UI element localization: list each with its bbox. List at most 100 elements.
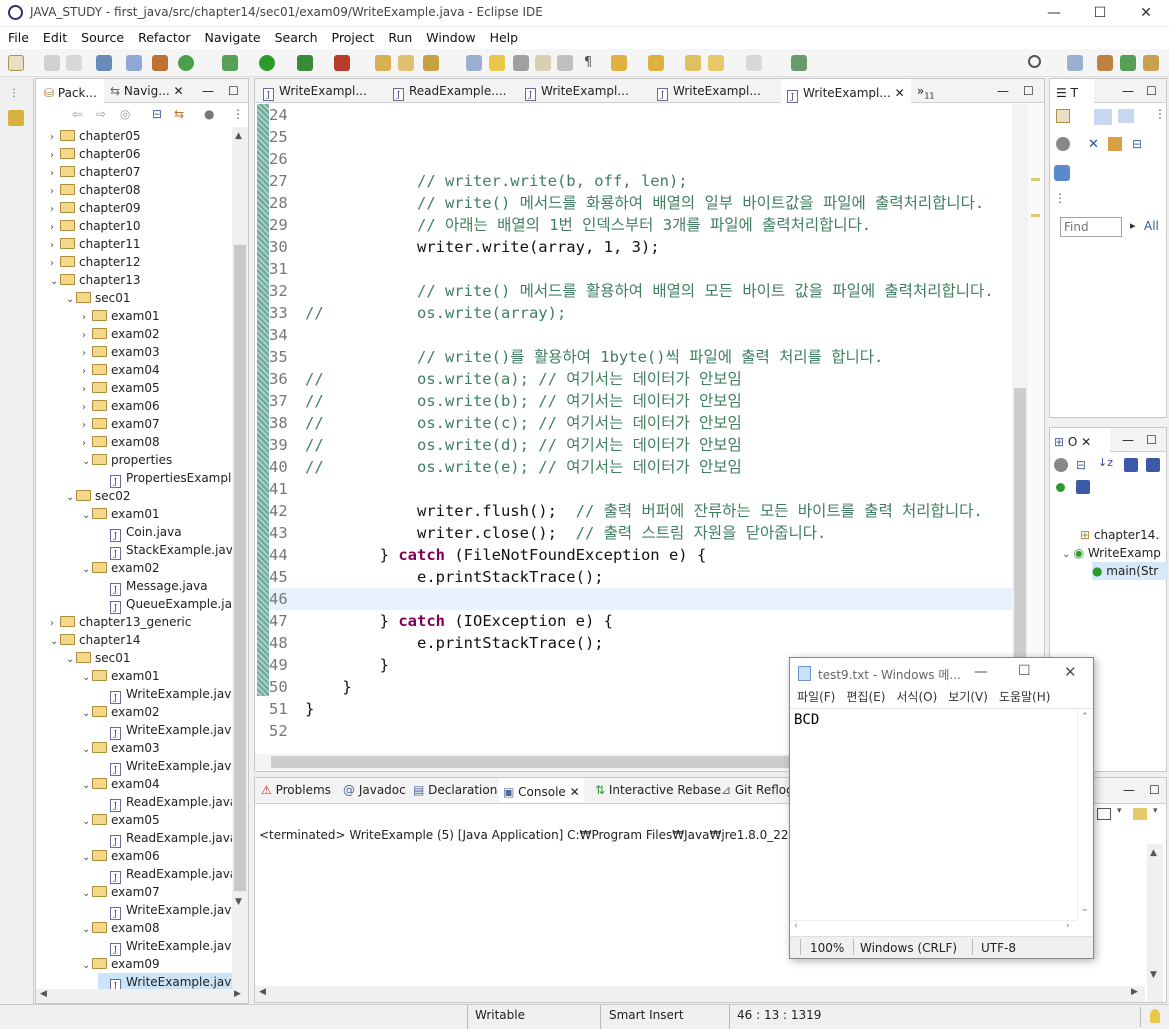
maximize-button[interactable]: ☐ [1077, 0, 1123, 26]
tree-file-item[interactable]: J WriteExample.java [98, 685, 232, 704]
save-icon[interactable] [44, 55, 60, 71]
external-tools-icon[interactable] [334, 55, 350, 71]
code-line[interactable]: 24 [269, 104, 1013, 126]
categorized-icon[interactable] [1094, 109, 1112, 125]
tree-folder-item[interactable]: › chapter05 [50, 127, 140, 145]
chevron-down-icon[interactable]: ⌄ [82, 561, 92, 579]
tab-navigator[interactable]: ⇆ Navig... ✕ [106, 79, 190, 103]
tree-scrollbar[interactable]: ▲ ▼ [232, 127, 248, 989]
tree-file-item[interactable]: J ReadExample.java [98, 793, 232, 812]
search-icon[interactable] [1028, 55, 1041, 68]
tree-file-item[interactable]: J WriteExample.java [98, 721, 232, 740]
block-select-icon[interactable] [513, 55, 529, 71]
outline-item-class[interactable]: ⌄ ◉ WriteExamp [1062, 544, 1166, 562]
tree-folder-item[interactable]: ⌄ exam02 [82, 559, 160, 577]
sync-icon[interactable] [1054, 458, 1068, 472]
minimize-button[interactable]: — [1031, 0, 1077, 26]
console-scrollbar[interactable]: ▲ ▼ [1147, 844, 1163, 1002]
maximize-view-icon[interactable]: ☐ [228, 79, 242, 103]
tree-folder-item[interactable]: › exam08 [82, 433, 160, 451]
editor-tab[interactable]: J WriteExampl... [257, 79, 383, 103]
collapse-all-icon[interactable]: ⊟ [1076, 458, 1086, 472]
tree-file-item[interactable]: J ReadExample.java [98, 829, 232, 848]
tab-outline[interactable]: ⊞ O ✕ [1050, 428, 1110, 452]
editor-hscroll-thumb[interactable] [271, 756, 791, 768]
filters-icon[interactable]: ● [204, 107, 214, 121]
open-type-icon[interactable] [375, 55, 391, 71]
close-icon[interactable]: ✕ [174, 84, 184, 98]
minimize-view-icon[interactable]: — [202, 79, 216, 103]
hide-static-icon[interactable] [1146, 458, 1160, 472]
chevron-down-icon[interactable]: ⌄ [66, 651, 76, 669]
maximize-view-icon[interactable]: ☐ [1146, 79, 1160, 103]
java-perspective-icon[interactable] [1097, 55, 1113, 71]
open-console-icon[interactable] [1133, 808, 1147, 820]
menu-edit[interactable]: Edit [35, 27, 73, 45]
code-line[interactable]: 47 } catch (IOException e) { [269, 610, 1013, 632]
code-line[interactable]: 40 // os.write(e); // 여기서는 데이터가 안보임 [269, 456, 1013, 478]
pilcrow-icon[interactable]: ¶ [580, 55, 596, 71]
code-line[interactable]: 39 // os.write(d); // 여기서는 데이터가 안보임 [269, 434, 1013, 456]
tab-interactive-rebase[interactable]: ⇅ Interactive Rebase [593, 778, 721, 802]
tree-folder-item[interactable]: › exam03 [82, 343, 160, 361]
tree-file-item[interactable]: J WriteExample.java [98, 937, 232, 956]
tab-declaration[interactable]: ▤ Declaration [411, 778, 497, 802]
tree-file-item[interactable]: J Message.java [98, 577, 208, 596]
tree-folder-item[interactable]: ⌄ exam04 [82, 775, 160, 793]
terminal-icon[interactable] [96, 55, 112, 71]
collapse-all-icon[interactable]: ⊟ [152, 107, 162, 121]
code-line[interactable]: 31 [269, 258, 1013, 280]
code-line[interactable]: 43 writer.close(); // 출력 스트림 자원을 닫아줍니다. [269, 522, 1013, 544]
menu-file[interactable]: File [0, 27, 35, 45]
minimize-view-icon[interactable]: — [1122, 79, 1136, 103]
menu-help[interactable]: Help [482, 27, 525, 45]
tree-folder-item[interactable]: ⌄ exam01 [82, 667, 160, 685]
tree-folder-item[interactable]: › exam04 [82, 361, 160, 379]
code-line[interactable]: 38 // os.write(c); // 여기서는 데이터가 안보임 [269, 412, 1013, 434]
toggle-mark-icon[interactable] [466, 55, 482, 71]
tree-folder-item[interactable]: › chapter08 [50, 181, 140, 199]
close-icon[interactable]: ✕ [570, 785, 580, 799]
back-nav-icon[interactable]: ⇦ [72, 107, 82, 121]
code-line[interactable]: 48 e.printStackTrace(); [269, 632, 1013, 654]
tree-file-item[interactable]: J Coin.java [98, 523, 182, 542]
notepad-vscrollbar[interactable]: ⌃ ⌄ [1077, 710, 1093, 920]
chevron-down-icon[interactable]: ⌄ [82, 741, 92, 759]
tree-folder-item[interactable]: ⌄ sec01 [66, 289, 131, 307]
show-whitespace-icon[interactable] [557, 55, 573, 71]
tree-file-item[interactable]: JQueueExample.java [98, 595, 232, 614]
tree-folder-item[interactable]: ⌄ exam08 [82, 919, 160, 937]
tab-task-list[interactable]: ☰ T [1050, 79, 1094, 103]
back-icon[interactable] [708, 55, 724, 71]
tree-folder-item[interactable]: › exam07 [82, 415, 160, 433]
run-icon[interactable] [259, 55, 275, 71]
debug-icon[interactable] [222, 55, 238, 71]
new-task-icon[interactable] [1056, 109, 1070, 123]
editor-tab[interactable]: J ReadExample.... [387, 79, 513, 103]
editor-tab-active[interactable]: J WriteExampl... ✕ [781, 79, 911, 103]
chevron-down-icon[interactable]: ⌄ [82, 777, 92, 795]
editor-scroll-thumb[interactable] [1014, 388, 1026, 658]
collapse-icon[interactable]: ⊟ [1132, 137, 1142, 151]
code-line[interactable]: 42 writer.flush(); // 출력 버퍼에 잔류하는 모든 바이트… [269, 500, 1013, 522]
expand-icon[interactable]: ▸ [1130, 219, 1136, 232]
editor-tab[interactable]: J WriteExampl... [651, 79, 777, 103]
tree-folder-item[interactable]: ⌄ exam09 [82, 955, 160, 973]
minimize-view-icon[interactable]: — [1123, 778, 1137, 802]
notepad-menu-file[interactable]: 파일(F) [790, 688, 839, 705]
code-line[interactable]: 28 // write() 메서드를 화룡하여 배열의 일부 바이트값을 파일에… [269, 192, 1013, 214]
tree-file-item[interactable]: J PropertiesExample. [98, 469, 232, 488]
tree-folder-item[interactable]: › chapter10 [50, 217, 140, 235]
more-tabs-button[interactable]: »11 [917, 79, 947, 103]
tree-folder-item[interactable]: › chapter12 [50, 253, 140, 271]
view-menu-icon[interactable]: ⋮ [1054, 191, 1066, 205]
code-line[interactable]: 46 [269, 588, 1013, 610]
tree-folder-item[interactable]: › chapter11 [50, 235, 140, 253]
all-link[interactable]: All [1144, 219, 1159, 233]
minimize-view-icon[interactable]: — [997, 79, 1011, 103]
git-repositories-icon[interactable] [8, 110, 24, 126]
tab-console[interactable]: ▣ Console ✕ [499, 778, 584, 802]
maximize-button[interactable]: ☐ [1018, 663, 1031, 679]
editor-tab[interactable]: J WriteExampl... [519, 79, 645, 103]
console-hscrollbar[interactable]: ◀ ▶ [255, 986, 1145, 1002]
